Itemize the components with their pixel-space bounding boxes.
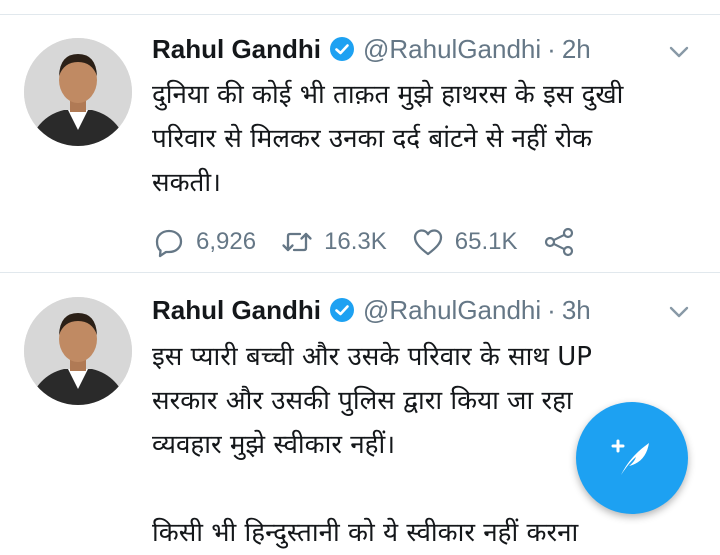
avatar[interactable] xyxy=(24,38,132,146)
tweet-text-line: दुनिया की कोई भी ताक़त मुझे हाथरस के इस … xyxy=(152,80,624,110)
compose-tweet-button[interactable] xyxy=(576,402,688,514)
chevron-down-icon[interactable] xyxy=(662,35,696,69)
tweet-actions: 6,926 16.3K 65.1K xyxy=(152,222,600,262)
verified-badge-icon xyxy=(329,297,355,323)
like-button[interactable]: 65.1K xyxy=(411,225,518,259)
tweet-text-line: सकती। xyxy=(152,168,221,198)
reply-count: 6,926 xyxy=(196,228,257,255)
author-handle[interactable]: @RahulGandhi xyxy=(363,34,541,65)
tweet-text-line: परिवार से मिलकर उनका दर्द बांटने से नहीं… xyxy=(152,124,593,154)
share-button[interactable] xyxy=(542,225,576,259)
tweet-header: Rahul Gandhi @RahulGandhi · 2h xyxy=(152,29,591,69)
like-icon xyxy=(413,229,442,256)
reply-button[interactable]: 6,926 xyxy=(152,225,256,259)
tweet-text-line: किसी भी हिन्दुस्तानी को ये स्वीकार नहीं … xyxy=(152,518,579,548)
retweet-icon xyxy=(282,232,312,252)
tweet-header: Rahul Gandhi @RahulGandhi · 3h xyxy=(152,290,591,330)
tweet-timestamp[interactable]: 2h xyxy=(562,34,591,65)
separator-dot: · xyxy=(547,33,556,64)
like-count: 65.1K xyxy=(454,228,518,255)
separator-dot: · xyxy=(547,294,556,325)
retweet-count: 16.3K xyxy=(324,228,387,255)
share-icon xyxy=(544,227,573,257)
author-name[interactable]: Rahul Gandhi xyxy=(152,295,321,326)
timeline-feed: Rahul Gandhi @RahulGandhi · 2h दुनिया की… xyxy=(0,0,720,548)
retweet-button[interactable]: 16.3K xyxy=(280,225,387,259)
author-name[interactable]: Rahul Gandhi xyxy=(152,34,321,65)
avatar[interactable] xyxy=(24,297,132,405)
compose-feather-icon xyxy=(611,439,649,475)
verified-badge-icon xyxy=(329,36,355,62)
author-handle[interactable]: @RahulGandhi xyxy=(363,295,541,326)
tweet-text-line: इस प्यारी बच्ची और उसके परिवार के साथ UP xyxy=(152,342,592,372)
tweet-text: दुनिया की कोई भी ताक़त मुझे हाथरस के इस … xyxy=(152,73,687,205)
chevron-down-icon[interactable] xyxy=(662,295,696,329)
tweet-card[interactable]: Rahul Gandhi @RahulGandhi · 2h दुनिया की… xyxy=(0,14,720,273)
reply-icon xyxy=(155,229,183,258)
tweet-timestamp[interactable]: 3h xyxy=(562,295,591,326)
